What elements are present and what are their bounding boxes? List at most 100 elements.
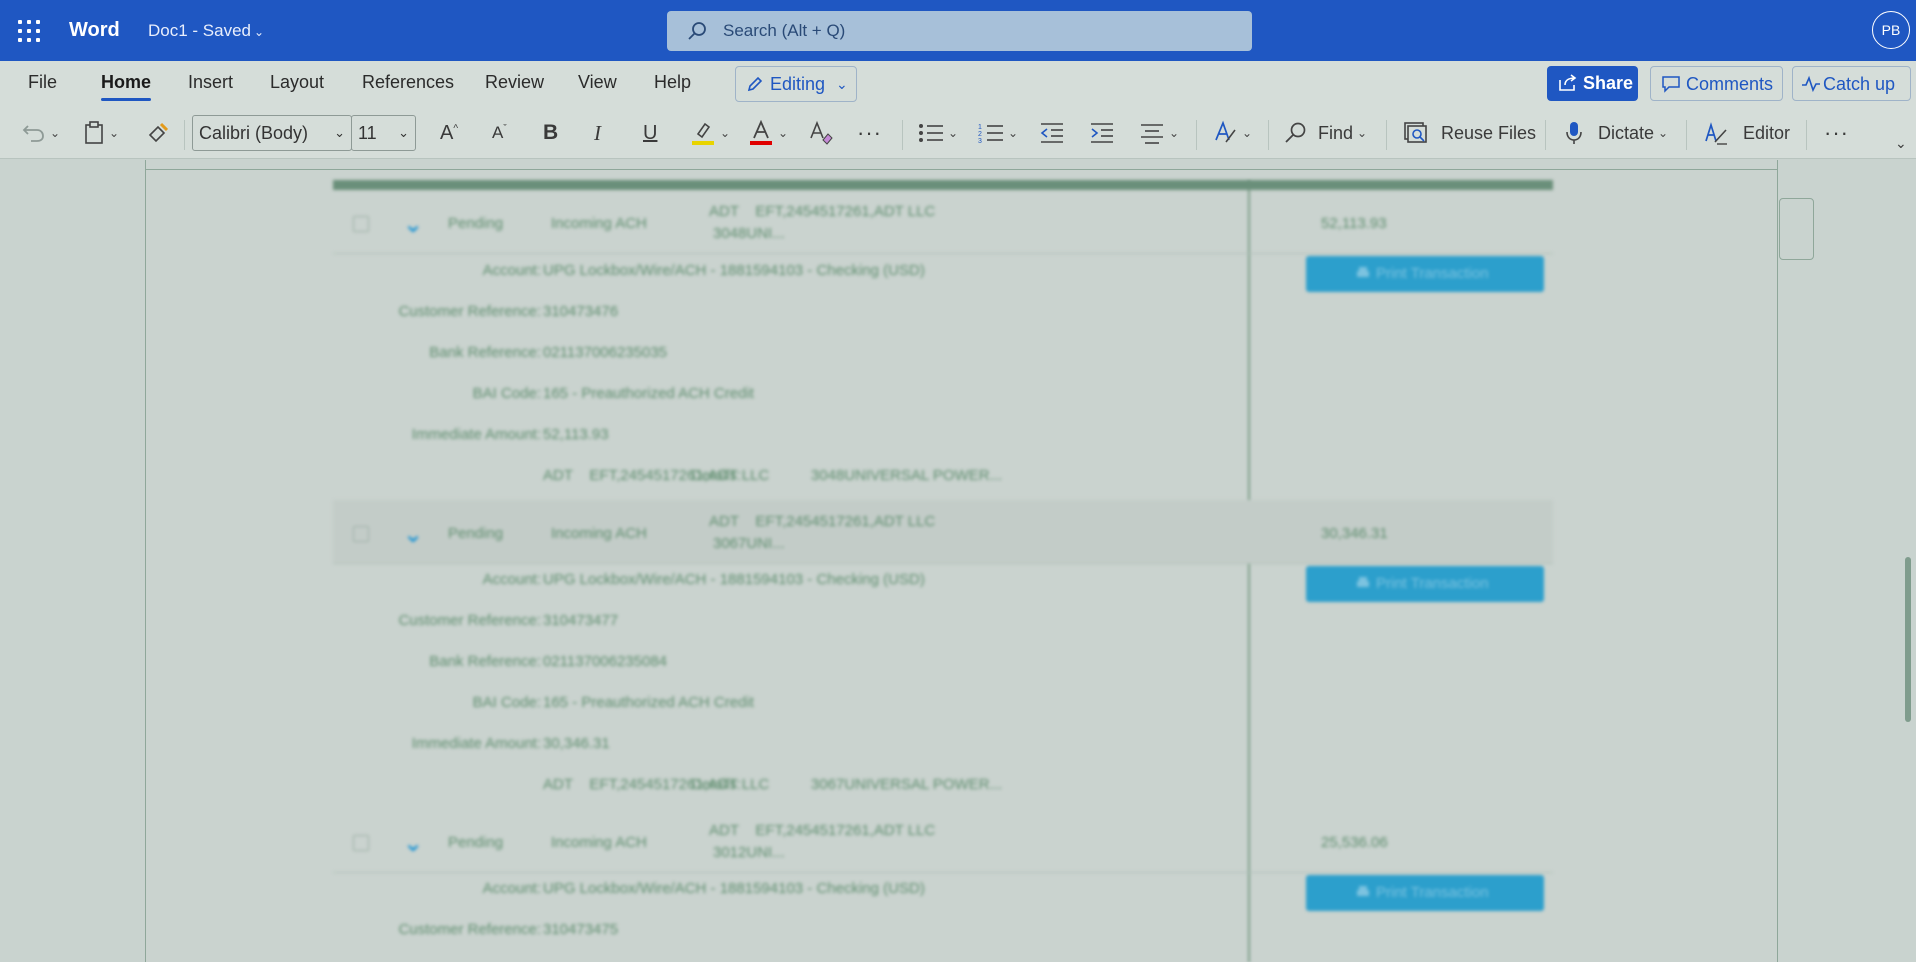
align-center-icon xyxy=(1141,124,1163,144)
detail-value: 310473475 xyxy=(543,921,619,938)
row-checkbox xyxy=(353,216,369,232)
transaction-type: Incoming ACH xyxy=(551,525,647,542)
dictate-label: Dictate xyxy=(1598,122,1655,143)
decrease-indent-button[interactable] xyxy=(1039,113,1065,153)
tab-insert[interactable]: Insert xyxy=(188,72,233,93)
detail-label: Customer Reference: xyxy=(398,612,541,629)
reuse-files-icon xyxy=(1404,122,1427,143)
grow-font-button[interactable]: A^ xyxy=(440,113,458,153)
catch-up-button[interactable]: Catch up xyxy=(1792,66,1911,101)
tab-home[interactable]: Home xyxy=(101,72,152,101)
more-font-options-button[interactable]: ··· xyxy=(857,113,882,153)
underline-icon: U xyxy=(643,121,658,144)
detail-label: Bank Reference: xyxy=(429,653,541,670)
highlight-button[interactable]: ⌄ xyxy=(690,113,730,153)
detail-value: UPG Lockbox/Wire/ACH - 1881594103 - Chec… xyxy=(543,571,925,588)
detail-label: BAI Code: xyxy=(472,385,541,402)
chevron-down-icon: ⌄ xyxy=(778,126,789,140)
dictate-button[interactable]: Dictate ⌄ xyxy=(1564,113,1668,153)
chevron-down-icon: ⌄ xyxy=(403,830,424,857)
shrink-font-button[interactable]: Aˇ xyxy=(492,113,507,153)
more-options-button[interactable]: ··· xyxy=(1824,113,1849,153)
transaction-row: ⌄ Pending Incoming ACH ADT EFT,245451726… xyxy=(333,809,1553,873)
more-icon: ··· xyxy=(1824,120,1849,145)
editor-label: Editor xyxy=(1743,122,1791,143)
share-button[interactable]: Share xyxy=(1547,66,1638,101)
detail-value: ADT EFT,2454517261,ADT LLC 3067UNIVERSAL… xyxy=(543,776,1003,793)
app-launcher-icon[interactable] xyxy=(18,20,40,42)
styles-button[interactable]: ⌄ xyxy=(1212,113,1252,153)
app-name[interactable]: Word xyxy=(69,19,120,42)
bullets-button[interactable]: ⌄ xyxy=(918,113,958,153)
bold-button[interactable]: B xyxy=(543,113,558,153)
vertical-scrollbar[interactable] xyxy=(1905,557,1911,722)
detail-value: 021137006235035 xyxy=(543,344,668,361)
font-family-select[interactable]: Calibri (Body) ⌄ xyxy=(192,115,352,151)
editor-button[interactable]: Editor xyxy=(1703,113,1790,153)
detail-label: Account: xyxy=(482,880,541,897)
document-name-label: Doc1 - Saved xyxy=(148,21,251,40)
font-color-button[interactable]: ⌄ xyxy=(748,113,788,153)
pulse-icon xyxy=(1802,75,1820,93)
increase-indent-icon xyxy=(1091,123,1113,143)
font-size-select[interactable]: 11 ⌄ xyxy=(351,115,416,151)
printer-icon xyxy=(1357,267,1369,277)
tab-help[interactable]: Help xyxy=(654,72,691,93)
styles-icon xyxy=(1215,120,1236,143)
numbered-list-icon: 123 xyxy=(978,124,1003,144)
detail-row: Customer Reference: 310473476 xyxy=(333,303,1133,327)
detail-row: Details: ADT EFT,2454517261,ADT LLC 3048U… xyxy=(333,467,1333,491)
transaction-row: ⌄ Pending Incoming ACH ADT EFT,245451726… xyxy=(333,190,1553,254)
pasted-transactions-image: ⌄ Pending Incoming ACH ADT EFT,245451726… xyxy=(333,180,1553,962)
document-canvas: ⌄ Pending Incoming ACH ADT EFT,245451726… xyxy=(0,160,1916,962)
detail-value: UPG Lockbox/Wire/ACH - 1881594103 - Chec… xyxy=(543,262,925,279)
italic-button[interactable]: I xyxy=(594,113,601,153)
search-box[interactable]: Search (Alt + Q) xyxy=(667,11,1252,51)
tab-layout[interactable]: Layout xyxy=(270,72,324,93)
detail-value: 30,346.31 xyxy=(543,735,610,752)
page-navigation-thumb[interactable] xyxy=(1779,198,1814,260)
clear-formatting-icon xyxy=(810,120,833,145)
chevron-down-icon: ⌄ xyxy=(1895,134,1907,151)
editing-mode-button[interactable]: Editing ⌄ xyxy=(735,66,857,102)
detail-row: Immediate Amount: 30,346.31 xyxy=(333,735,1133,759)
transaction-description-cont: 3067UNI... xyxy=(713,535,785,552)
find-label: Find xyxy=(1318,122,1354,143)
increase-indent-button[interactable] xyxy=(1089,113,1115,153)
svg-text:1: 1 xyxy=(978,124,982,131)
expand-ribbon-button[interactable]: ⌄ xyxy=(1895,123,1907,163)
detail-value: 021137006235084 xyxy=(543,653,668,670)
format-painter-button[interactable] xyxy=(146,113,170,153)
comments-button[interactable]: Comments xyxy=(1650,66,1783,101)
decrease-indent-icon xyxy=(1040,123,1063,143)
chevron-down-icon: ⌄ xyxy=(50,126,61,140)
transaction-type: Incoming ACH xyxy=(551,215,647,232)
bold-icon: B xyxy=(543,121,559,144)
tab-references[interactable]: References xyxy=(362,72,454,93)
reuse-files-button[interactable]: Reuse Files xyxy=(1403,113,1536,153)
undo-button[interactable]: ⌄ xyxy=(22,113,60,153)
numbering-button[interactable]: 123 ⌄ xyxy=(978,113,1018,153)
transaction-row: ⌄ Pending Incoming ACH ADT EFT,245451726… xyxy=(333,500,1553,564)
find-button[interactable]: Find ⌄ xyxy=(1284,113,1367,153)
user-avatar[interactable]: PB xyxy=(1872,11,1910,49)
share-icon xyxy=(1559,74,1577,91)
reuse-files-label: Reuse Files xyxy=(1441,122,1537,143)
tab-review[interactable]: Review xyxy=(485,72,544,93)
detail-row: Details: ADT EFT,2454517261,ADT LLC 3067U… xyxy=(333,776,1333,800)
chevron-down-icon: ⌄ xyxy=(1242,126,1253,140)
tab-view[interactable]: View xyxy=(578,72,617,93)
editor-icon xyxy=(1705,122,1727,145)
paste-button[interactable]: ⌄ xyxy=(83,113,119,153)
detail-label: Immediate Amount: xyxy=(411,735,541,752)
tab-file[interactable]: File xyxy=(28,72,57,93)
alignment-button[interactable]: ⌄ xyxy=(1139,113,1179,153)
transaction-description: ADT EFT,2454517261,ADT LLC xyxy=(709,513,936,530)
chevron-down-icon: ⌄ xyxy=(1008,126,1019,140)
underline-button[interactable]: U xyxy=(643,113,657,153)
search-icon xyxy=(1285,122,1306,143)
clear-formatting-button[interactable] xyxy=(808,113,834,153)
transaction-status: Pending xyxy=(448,215,504,232)
document-name[interactable]: Doc1 - Saved ⌄ xyxy=(148,21,264,41)
detail-row: Account: UPG Lockbox/Wire/ACH - 188159410… xyxy=(333,571,1133,595)
